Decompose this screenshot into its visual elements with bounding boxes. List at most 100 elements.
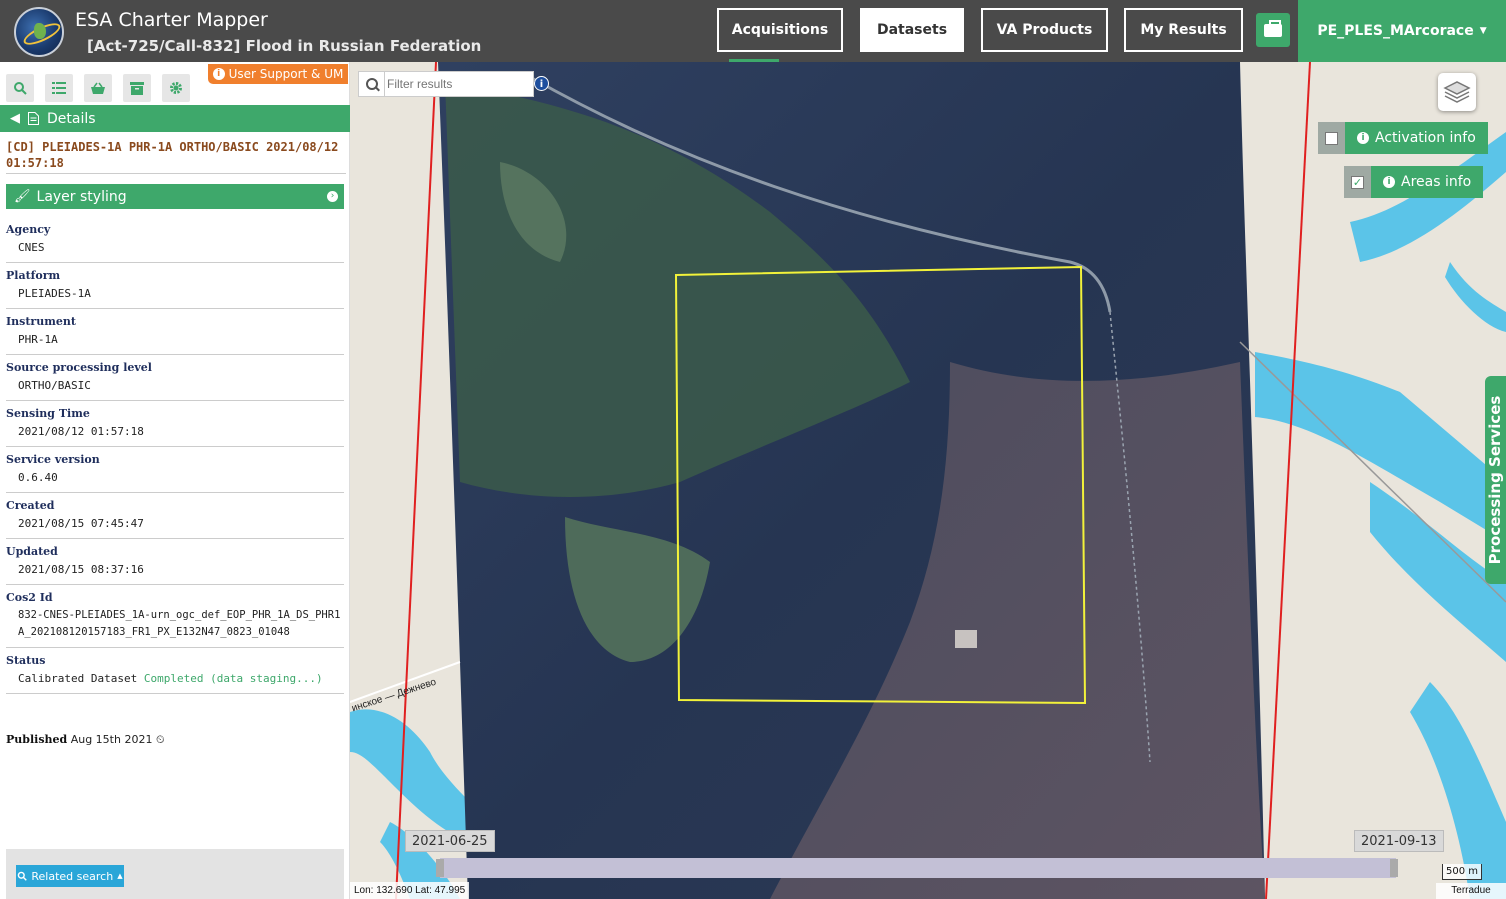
activation-info-button[interactable]: i Activation info — [1345, 122, 1488, 154]
areas-info-checkbox[interactable]: ✓ — [1344, 166, 1371, 198]
processing-services-label: Processing Services — [1486, 395, 1504, 565]
gear-icon[interactable] — [162, 74, 190, 102]
metadata-list: Agency CNES Platform PLEIADES-1A Instrum… — [6, 223, 344, 700]
meta-label: Sensing Time — [6, 407, 90, 420]
meta-label: Status — [6, 654, 46, 667]
app-title: ESA Charter Mapper — [75, 9, 268, 31]
nav-my-results-button[interactable]: My Results — [1124, 8, 1243, 52]
meta-value: 0.6.40 — [18, 471, 58, 484]
basket-icon[interactable] — [84, 74, 112, 102]
meta-value: Calibrated Dataset Completed (data stagi… — [6, 670, 344, 687]
timeline-start-handle[interactable] — [436, 859, 444, 877]
meta-sensing-time: Sensing Time 2021/08/12 01:57:18 — [6, 407, 344, 447]
meta-label: Platform — [6, 269, 61, 282]
areas-info-button[interactable]: i Areas info — [1371, 166, 1484, 198]
related-search-button[interactable]: Related search ▲ — [16, 865, 124, 887]
map-attribution[interactable]: Terradue — [1436, 883, 1506, 899]
map-view[interactable]: инское — Дежнево — [350, 62, 1506, 899]
meta-value: 2021/08/15 07:45:47 — [18, 517, 144, 530]
meta-service-version: Service version 0.6.40 — [6, 453, 344, 493]
layer-styling-label: Layer styling — [36, 188, 127, 205]
search-icon[interactable] — [6, 74, 34, 102]
search-icon — [18, 871, 28, 881]
status-value: Calibrated Dataset — [18, 672, 138, 685]
brush-icon: 🖌 — [14, 189, 31, 204]
timeline-end-handle[interactable] — [1390, 859, 1398, 877]
info-icon[interactable]: i — [534, 76, 549, 91]
meta-status: Status Calibrated Dataset Completed (dat… — [6, 654, 344, 694]
areas-info-label: Areas info — [1401, 174, 1472, 190]
meta-value: PHR-1A — [18, 333, 58, 346]
activation-info-label: Activation info — [1375, 130, 1476, 146]
meta-value: 2021/08/15 08:37:16 — [18, 563, 144, 576]
scale-bar: 500 m — [1442, 864, 1482, 880]
related-search-area: Related search ▲ — [6, 849, 344, 899]
nav-va-products-button[interactable]: VA Products — [981, 8, 1108, 52]
layers-icon — [1443, 81, 1471, 103]
meta-value: ORTHO/BASIC — [18, 379, 91, 392]
map-canvas[interactable] — [350, 62, 1506, 899]
filter-results-box — [358, 71, 534, 97]
app-header: ESA Charter Mapper [Act-725/Call-832] Fl… — [0, 0, 1506, 62]
left-panel: i User Support & UM ◀ Details [CD] PLEIA… — [0, 62, 350, 899]
meta-value: 832-CNES-PLEIADES_1A-urn_ogc_def_EOP_PHR… — [18, 609, 341, 638]
archive-icon[interactable] — [123, 74, 151, 102]
activation-title: [Act-725/Call-832] Flood in Russian Fede… — [87, 37, 482, 55]
meta-processing-level: Source processing level ORTHO/BASIC — [6, 361, 344, 401]
layers-button[interactable] — [1438, 73, 1476, 111]
briefcase-icon[interactable] — [1256, 13, 1290, 47]
meta-agency: Agency CNES — [6, 223, 344, 263]
status-badge[interactable]: Completed (data staging...) — [144, 672, 323, 685]
meta-label: Updated — [6, 545, 58, 558]
filter-results-input[interactable] — [387, 74, 532, 94]
meta-updated: Updated 2021/08/15 08:37:16 — [6, 545, 344, 585]
list-icon[interactable] — [45, 74, 73, 102]
island-feature — [955, 630, 977, 648]
timeline-slider[interactable] — [440, 858, 1396, 878]
chevron-right-icon: › — [327, 191, 338, 202]
published-label: Published — [6, 733, 68, 746]
cursor-coordinates: Lon: 132.690 Lat: 47.995 — [350, 882, 470, 899]
meta-label: Cos2 Id — [6, 591, 53, 604]
user-menu-button[interactable]: PE_PLES_MArcorace ▼ — [1298, 0, 1506, 62]
timeline-end-label: 2021-09-13 — [1354, 830, 1444, 852]
details-header[interactable]: ◀ Details — [0, 105, 350, 132]
info-icon: i — [212, 68, 225, 80]
timeline-start-label: 2021-06-25 — [405, 830, 495, 852]
user-name: PE_PLES_MArcorace — [1317, 23, 1474, 39]
info-icon: i — [1383, 176, 1395, 188]
meta-value: 2021/08/12 01:57:18 — [18, 425, 144, 438]
nav-datasets-button[interactable]: Datasets — [860, 8, 964, 52]
esa-charter-logo-icon — [14, 7, 64, 57]
caret-up-icon: ▲ — [117, 872, 123, 880]
meta-label: Source processing level — [6, 361, 152, 374]
user-support-label: User Support & UM — [228, 67, 344, 81]
search-icon[interactable] — [359, 72, 385, 96]
info-icon: i — [1357, 132, 1369, 144]
meta-created: Created 2021/08/15 07:45:47 — [6, 499, 344, 539]
meta-value: PLEIADES-1A — [18, 287, 91, 300]
meta-label: Created — [6, 499, 55, 512]
layer-styling-button[interactable]: 🖌 Layer styling › — [6, 184, 344, 209]
meta-platform: Platform PLEIADES-1A — [6, 269, 344, 309]
details-label: Details — [47, 110, 96, 127]
meta-cos2-id: Cos2 Id 832-CNES-PLEIADES_1A-urn_ogc_def… — [6, 591, 344, 648]
related-search-label: Related search — [31, 869, 114, 883]
back-arrow-icon[interactable]: ◀ — [10, 111, 20, 126]
activation-info-toggle[interactable]: i Activation info — [1318, 122, 1488, 154]
meta-label: Agency — [6, 223, 51, 236]
areas-info-toggle[interactable]: ✓ i Areas info — [1344, 166, 1484, 198]
published-date: Aug 15th 2021 — [70, 733, 153, 746]
user-support-button[interactable]: i User Support & UM — [208, 64, 348, 84]
dataset-title: [CD] PLEIADES-1A PHR-1A ORTHO/BASIC 2021… — [6, 139, 346, 174]
meta-value: CNES — [18, 241, 45, 254]
processing-services-tab[interactable]: Processing Services — [1485, 376, 1506, 584]
meta-instrument: Instrument PHR-1A — [6, 315, 344, 355]
meta-label: Instrument — [6, 315, 76, 328]
clock-icon: ⏲ — [155, 733, 165, 746]
nav-acquisitions-button[interactable]: Acquisitions — [717, 8, 843, 52]
meta-label: Service version — [6, 453, 100, 466]
caret-down-icon: ▼ — [1479, 26, 1487, 36]
published-info: Published Aug 15th 2021 ⏲ — [6, 733, 165, 747]
activation-info-checkbox[interactable] — [1318, 122, 1345, 154]
